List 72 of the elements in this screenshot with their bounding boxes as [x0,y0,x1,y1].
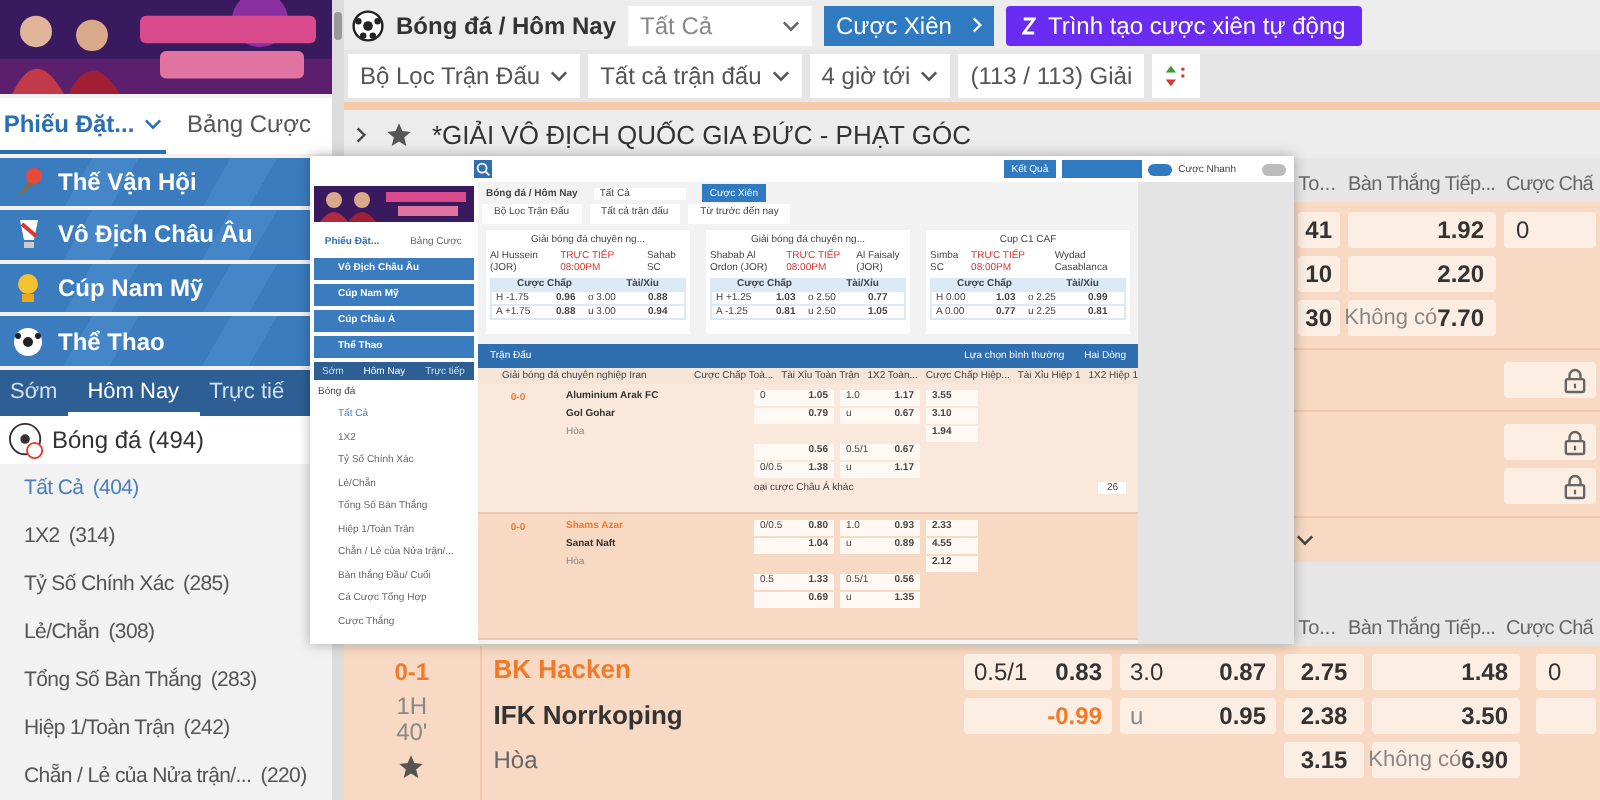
draw-label: Hòa [493,746,540,774]
column-header: Bàn Thắng Tiếp... [1346,173,1498,195]
odds-cell[interactable]: 0 [1536,654,1596,690]
parlay-button[interactable]: Cược Xiên [824,5,994,45]
match-time: 1H 40' [396,694,428,746]
odds-cell[interactable]: 10 [1298,256,1340,292]
chevron-icon [550,70,569,82]
toggle-switch[interactable] [1262,163,1286,175]
chevron-icon[interactable] [1296,534,1314,546]
ball-icon [10,323,46,360]
column-header: Cược Chấ [1504,617,1596,639]
chevron-icon [920,70,939,82]
lock-icon [1564,429,1586,455]
soccer-ball-icon [352,9,384,41]
filter-dropdown[interactable]: Bộ Lọc Trận Đấu [348,54,581,98]
chevron-right-icon[interactable] [356,125,366,143]
market-item[interactable]: Lẻ/Chẵn (308) [24,607,155,656]
odds-cell[interactable]: 2.75 [1284,654,1364,690]
star-icon[interactable] [398,754,425,780]
odds-cell[interactable]: 2.20 [1348,256,1496,292]
lock-icon [1564,473,1586,499]
star-icon[interactable] [386,121,412,147]
market-item[interactable]: Tổng Số Bàn Thắng (283) [24,655,257,704]
odds-cell[interactable]: 3.50 [1372,698,1520,734]
column-header: Bàn Thắng Tiếp... [1346,617,1498,639]
category-item[interactable]: Thế Vận Hội [0,157,310,207]
column-header: Cược Chấ [1504,173,1596,195]
zigzag-icon [1021,15,1036,35]
market-dropdown[interactable]: Tất Cả [628,5,813,45]
odds-cell[interactable]: Không có6.90 [1372,742,1520,778]
odds-cell[interactable]: 3.15 [1284,742,1364,778]
tab[interactable]: Sớm [0,369,68,417]
sort-icon[interactable] [1164,64,1189,88]
column-header: To... [1296,173,1338,195]
odds-cell[interactable]: 3.0 0.87 [1120,654,1276,690]
league-count[interactable]: (113 / 113) Giải [958,54,1145,98]
odds-cell[interactable]: 2.38 [1284,698,1364,734]
chevron-icon [782,19,801,31]
page-title: Bóng đá / Hôm Nay [396,11,617,39]
scrollbar-thumb[interactable] [334,12,342,40]
chevron-icon [771,70,790,82]
team-name: BK Hacken [493,654,633,684]
odds-cell[interactable]: u 0.95 [1120,698,1276,734]
team-name: IFK Norrkoping [493,700,685,730]
odds-cell[interactable]: 0 [1504,212,1596,248]
category-item[interactable]: Cúp Nam Mỹ [0,263,310,313]
odds-cell[interactable]: Không có7.70 [1348,300,1496,336]
odds-cell[interactable]: 1.48 [1372,654,1520,690]
chevron-icon [144,117,163,130]
tab[interactable]: Trực tiế [199,369,295,417]
auto-parlay-button[interactable]: Trình tạo cược xiên tự động [1005,5,1362,45]
odds-cell[interactable]: 0.5/1 0.83 [964,654,1112,690]
category-item[interactable]: Vô Địch Châu Âu [0,210,310,260]
odds-cell[interactable]: 41 [1298,212,1340,248]
filter-dropdown[interactable]: Tất cả trận đấu [588,54,802,98]
odds-cell[interactable] [1536,698,1596,734]
market-item[interactable]: Tất Cả (404) [24,463,139,512]
torch-icon [10,163,46,200]
market-item[interactable]: Tỷ Số Chính Xác (285) [24,559,230,608]
market-item[interactable]: 1X2 (314) [24,511,115,560]
search-icon[interactable] [474,160,492,178]
filter-dropdown[interactable]: 4 giờ tới [809,54,951,98]
column-header: To... [1296,617,1338,639]
chevron-right-icon [971,16,982,34]
market-item[interactable]: Hiệp 1/Toàn Trận (242) [24,703,230,752]
market-item[interactable]: Chẵn / Lẻ của Nửa trận/... (220) [24,751,307,800]
lock-icon [1564,367,1586,393]
match-score: 0-1 [394,658,430,686]
toggle-switch[interactable] [1148,163,1173,175]
odds-cell[interactable]: 30 [1298,300,1340,336]
odds-cell[interactable]: 1.92 [1348,212,1496,248]
category-item[interactable]: Thể Thao [0,316,310,366]
